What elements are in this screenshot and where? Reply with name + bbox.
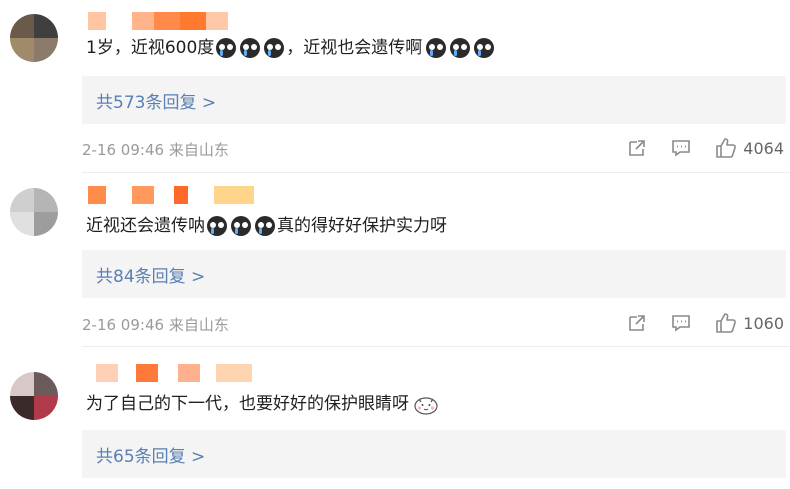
cute-face-sticker-icon <box>414 397 438 415</box>
like-count: 1060 <box>743 313 784 333</box>
avatar[interactable] <box>10 14 58 62</box>
view-replies-button[interactable]: 共84条回复 > <box>82 250 786 298</box>
replies-label: 共573条回复 > <box>96 93 217 113</box>
share-button[interactable] <box>627 138 647 158</box>
comment-text: 近视还会遗传呐 真的得好好保护实力呀 <box>86 214 447 238</box>
crying-face-icon <box>255 216 275 236</box>
thumbs-up-icon <box>716 138 737 158</box>
crying-face-icon <box>474 38 495 58</box>
comment-actions: 1060 <box>603 312 784 334</box>
share-button[interactable] <box>627 313 647 333</box>
share-icon <box>629 315 646 331</box>
crying-face-icon <box>240 38 261 58</box>
view-replies-button[interactable]: 共573条回复 > <box>82 76 786 124</box>
crying-face-icon <box>216 38 237 58</box>
crying-face-icon <box>207 216 227 236</box>
comment-text: 为了自己的下一代，也要好好的保护眼睛呀 <box>86 392 439 416</box>
view-replies-button[interactable]: 共65条回复 > <box>82 430 786 478</box>
comment-location: 来自山东 <box>168 141 229 159</box>
replies-label: 共65条回复 > <box>96 447 206 467</box>
share-icon <box>629 140 646 156</box>
crying-face-icon <box>426 38 447 58</box>
crying-face-icon <box>450 38 471 58</box>
comment-button[interactable] <box>671 313 691 333</box>
comment-text-part: ，近视也会遗传啊 <box>286 38 423 58</box>
comment-date: 2-16 09:46 <box>82 316 165 334</box>
like-button[interactable]: 1060 <box>715 312 784 334</box>
comment-text-part: 真的得好好保护实力呀 <box>277 216 447 236</box>
like-button[interactable]: 4064 <box>715 137 784 159</box>
comment-icon <box>672 140 691 157</box>
comment-location: 来自山东 <box>168 316 229 334</box>
comment-button[interactable] <box>671 138 691 158</box>
crying-face-icon <box>264 38 285 58</box>
comment-meta: 2-16 09:46 来自山东 <box>82 139 229 160</box>
comment-meta: 2-16 09:46 来自山东 <box>82 314 229 335</box>
comment-text-part: 为了自己的下一代，也要好好的保护眼睛呀 <box>86 394 409 414</box>
divider <box>82 346 790 347</box>
comment-text: 1岁，近视600度 ，近视也会遗传啊 <box>86 36 496 60</box>
replies-label: 共84条回复 > <box>96 267 206 287</box>
like-count: 4064 <box>743 138 784 158</box>
comment-icon <box>672 315 691 332</box>
avatar[interactable] <box>10 188 58 236</box>
thumbs-up-icon <box>716 313 737 333</box>
comment-text-part: 1岁，近视600度 <box>86 38 215 58</box>
avatar[interactable] <box>10 372 58 420</box>
crying-face-icon <box>231 216 251 236</box>
divider <box>82 172 790 173</box>
comment-text-part: 近视还会遗传呐 <box>86 216 205 236</box>
comment-date: 2-16 09:46 <box>82 141 165 159</box>
comment-actions: 4064 <box>603 137 784 159</box>
